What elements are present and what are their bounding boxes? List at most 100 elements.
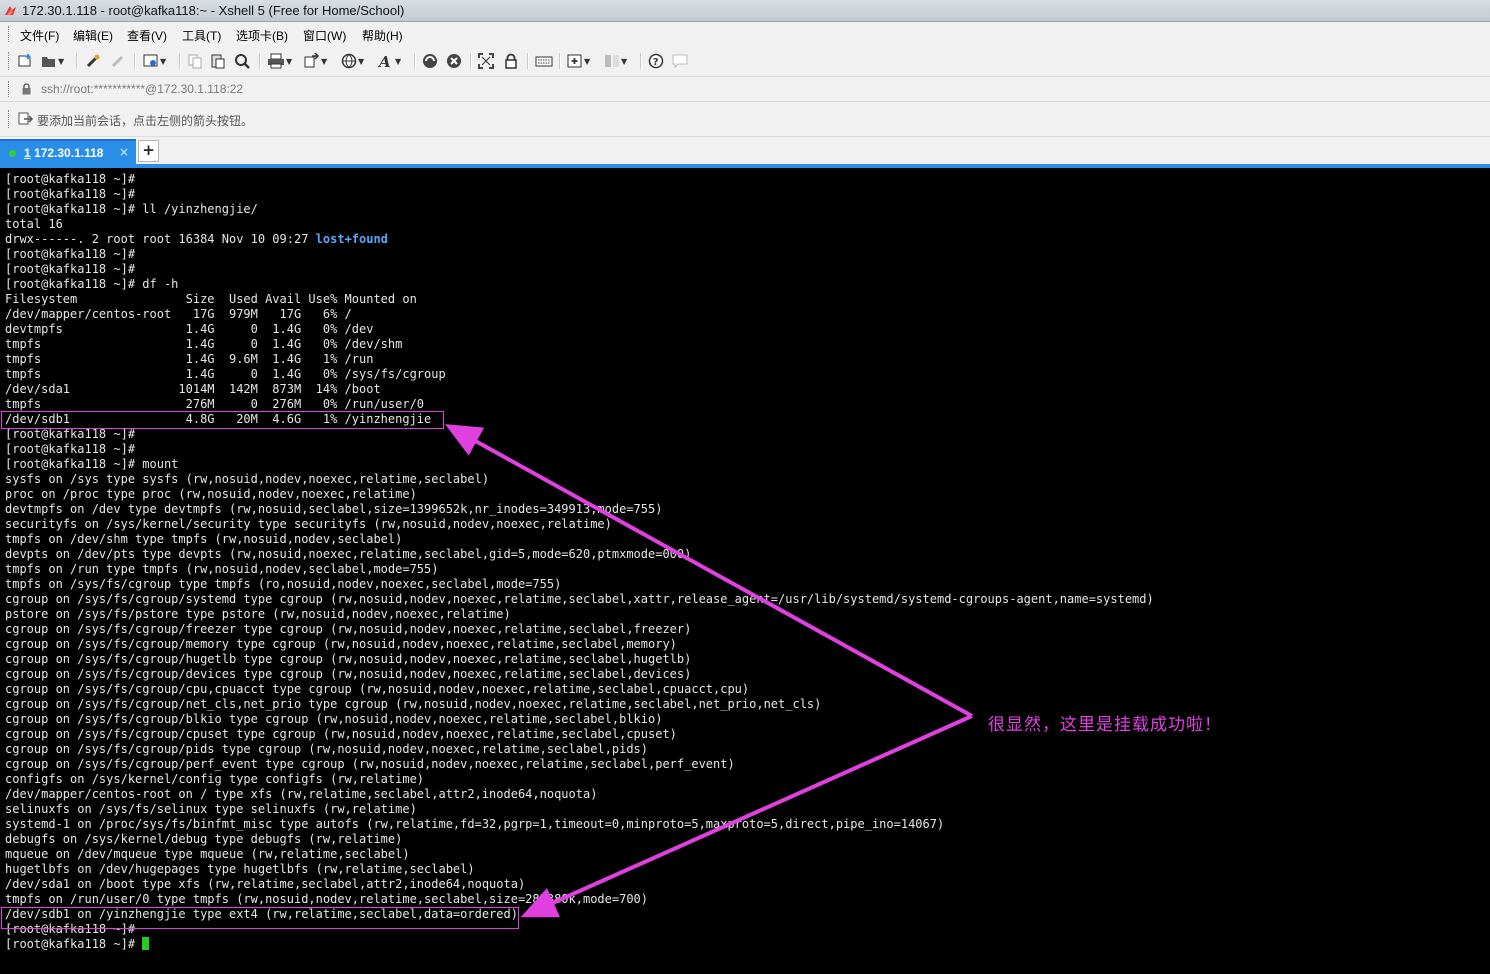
terminal-line: debugfs on /sys/kernel/debug type debugf…: [5, 832, 1154, 847]
toolbar-separator: [76, 53, 78, 69]
menu-file[interactable]: 文件(F): [20, 27, 59, 44]
terminal-line-text: selinuxfs on /sys/fs/selinux type selinu…: [5, 802, 417, 816]
title-bar: 172.30.1.118 - root@kafka118:~ - Xshell …: [0, 0, 1490, 22]
terminal-line-text: mqueue on /dev/mqueue type mqueue (rw,re…: [5, 847, 410, 861]
xshell-app-icon[interactable]: [3, 3, 18, 18]
annotation-text: 很显然，这里是挂载成功啦！: [988, 715, 1222, 735]
svg-text:A: A: [378, 53, 391, 69]
fullscreen-button[interactable]: [478, 52, 494, 70]
terminal-line-text: securityfs on /sys/kernel/security type …: [5, 517, 612, 531]
terminal-line: sysfs on /sys type sysfs (rw,nosuid,node…: [5, 472, 1154, 487]
hint-bar-grip[interactable]: [8, 110, 12, 128]
globe-button[interactable]: ▼: [341, 52, 364, 70]
menu-bar: 文件(F) 编辑(E) 查看(V) 工具(T) 选项卡(B) 窗口(W) 帮助(…: [0, 22, 1490, 46]
terminal-line-text: tmpfs 276M 0 276M 0% /run/user/0: [5, 397, 425, 411]
terminal-line: cgroup on /sys/fs/cgroup/freezer type cg…: [5, 622, 1154, 637]
toolbar-separator: [640, 53, 642, 69]
address-bar-grip[interactable]: [8, 81, 12, 97]
toolbar: ▼ ▼ ▼ ▼ ▼ A ▼ ▼ ▼ ?: [0, 46, 1490, 76]
disconnect-button[interactable]: [110, 52, 126, 70]
toolbar-separator: [179, 53, 181, 69]
chat-button[interactable]: [672, 52, 688, 70]
lock-icon: [22, 83, 31, 95]
keyboard-button[interactable]: [535, 52, 553, 70]
add-session-arrow-icon[interactable]: [18, 112, 33, 126]
compose-button[interactable]: ▼: [567, 52, 590, 70]
tab-session-1[interactable]: 1 172.30.1.118 ×: [0, 139, 136, 165]
menu-help[interactable]: 帮助(H): [362, 27, 403, 44]
help-icon: ?: [648, 53, 664, 69]
find-button[interactable]: [234, 52, 250, 70]
terminal-area[interactable]: [root@kafka118 ~]# [root@kafka118 ~]# [roo…: [0, 168, 1490, 974]
xmanager-button[interactable]: [446, 52, 462, 70]
terminal-line: /dev/sda1 1014M 142M 873M 14% /boot: [5, 382, 1154, 397]
terminal-line: [root@kafka118 ~]#: [5, 187, 1154, 202]
terminal-line-text: cgroup on /sys/fs/cgroup/devices type cg…: [5, 667, 692, 681]
terminal-line: devtmpfs on /dev type devtmpfs (rw,nosui…: [5, 502, 1154, 517]
new-session-button[interactable]: [17, 52, 33, 70]
terminal-line: tmpfs on /run type tmpfs (rw,nosuid,node…: [5, 562, 1154, 577]
open-button[interactable]: ▼: [41, 52, 64, 70]
terminal-line: mqueue on /dev/mqueue type mqueue (rw,re…: [5, 847, 1154, 862]
terminal-line-text: devtmpfs on /dev type devtmpfs (rw,nosui…: [5, 502, 663, 516]
menu-bar-grip[interactable]: [8, 26, 12, 42]
session-hint-text: 要添加当前会话，点击左侧的箭头按钮。: [37, 114, 254, 128]
font-button[interactable]: A ▼: [378, 52, 401, 70]
new-tab-button[interactable]: +: [138, 140, 159, 162]
properties-icon: [143, 54, 158, 67]
terminal-line-text: tmpfs on /sys/fs/cgroup type tmpfs (ro,n…: [5, 577, 562, 591]
terminal-line: total 16: [5, 217, 1154, 232]
transfer-button[interactable]: ▼: [304, 52, 327, 70]
reconnect-icon: [86, 54, 100, 68]
terminal-line: tmpfs on /run/user/0 type tmpfs (rw,nosu…: [5, 892, 1154, 907]
terminal-line-text: [root@kafka118 ~]#: [5, 172, 136, 186]
layout-button[interactable]: ▼: [604, 52, 627, 70]
reconnect-button[interactable]: [85, 52, 101, 70]
menu-window[interactable]: 窗口(W): [303, 27, 346, 44]
menu-tools[interactable]: 工具(T): [182, 27, 221, 44]
properties-button[interactable]: ▼: [143, 52, 166, 70]
print-button[interactable]: ▼: [267, 52, 292, 70]
terminal-line: devpts on /dev/pts type devpts (rw,nosui…: [5, 547, 1154, 562]
terminal-line-text: /dev/mapper/centos-root 17G 979M 17G 6% …: [5, 307, 352, 321]
lock-button[interactable]: [503, 52, 519, 70]
globe-icon: [341, 53, 357, 69]
terminal-line: devtmpfs 1.4G 0 1.4G 0% /dev: [5, 322, 1154, 337]
terminal-line: tmpfs on /sys/fs/cgroup type tmpfs (ro,n…: [5, 577, 1154, 592]
terminal-line: cgroup on /sys/fs/cgroup/systemd type cg…: [5, 592, 1154, 607]
disconnect-icon: [111, 55, 124, 68]
terminal-line: proc on /proc type proc (rw,nosuid,nodev…: [5, 487, 1154, 502]
terminal-line: cgroup on /sys/fs/cgroup/cpu,cpuacct typ…: [5, 682, 1154, 697]
terminal-line-text: tmpfs on /run/user/0 type tmpfs (rw,nosu…: [5, 892, 648, 906]
menu-tabs[interactable]: 选项卡(B): [236, 27, 288, 44]
terminal-line: /dev/sda1 on /boot type xfs (rw,relatime…: [5, 877, 1154, 892]
help-button[interactable]: ?: [648, 52, 664, 70]
xftp-button[interactable]: [422, 52, 438, 70]
terminal-line: tmpfs 1.4G 0 1.4G 0% /dev/shm: [5, 337, 1154, 352]
terminal-line-text: cgroup on /sys/fs/cgroup/hugetlb type cg…: [5, 652, 692, 666]
terminal-line-text: /dev/sda1 1014M 142M 873M 14% /boot: [5, 382, 381, 396]
toolbar-separator: [470, 53, 472, 69]
terminal-cursor: [142, 937, 150, 950]
tab-close-icon[interactable]: ×: [119, 145, 129, 159]
terminal-line: [root@kafka118 ~]#: [5, 247, 1154, 262]
menu-view[interactable]: 查看(V): [127, 27, 167, 44]
terminal-line-text: cgroup on /sys/fs/cgroup/net_cls,net_pri…: [5, 697, 822, 711]
terminal-line-text: debugfs on /sys/kernel/debug type debugf…: [5, 832, 403, 846]
terminal-line: cgroup on /sys/fs/cgroup/hugetlb type cg…: [5, 652, 1154, 667]
terminal-line: /dev/mapper/centos-root 17G 979M 17G 6% …: [5, 307, 1154, 322]
terminal-line: selinuxfs on /sys/fs/selinux type selinu…: [5, 802, 1154, 817]
menu-edit[interactable]: 编辑(E): [73, 27, 113, 44]
copy-icon: [188, 54, 202, 69]
terminal-line-text: /dev/sda1 on /boot type xfs (rw,relatime…: [5, 877, 526, 891]
paste-button[interactable]: [210, 52, 226, 70]
terminal-line-text: /dev/mapper/centos-root on / type xfs (r…: [5, 787, 598, 801]
toolbar-grip[interactable]: [8, 52, 12, 70]
session-address-input[interactable]: ssh://root:***********@172.30.1.118:22: [41, 82, 243, 96]
find-icon: [235, 54, 250, 69]
terminal-line-text: cgroup on /sys/fs/cgroup/cpuset type cgr…: [5, 727, 677, 741]
copy-button[interactable]: [187, 52, 203, 70]
terminal-line-text: tmpfs on /dev/shm type tmpfs (rw,nosuid,…: [5, 532, 403, 546]
mount-highlight-box: [1, 907, 519, 929]
terminal-line-text: tmpfs 1.4G 0 1.4G 0% /sys/fs/cgroup: [5, 367, 446, 381]
